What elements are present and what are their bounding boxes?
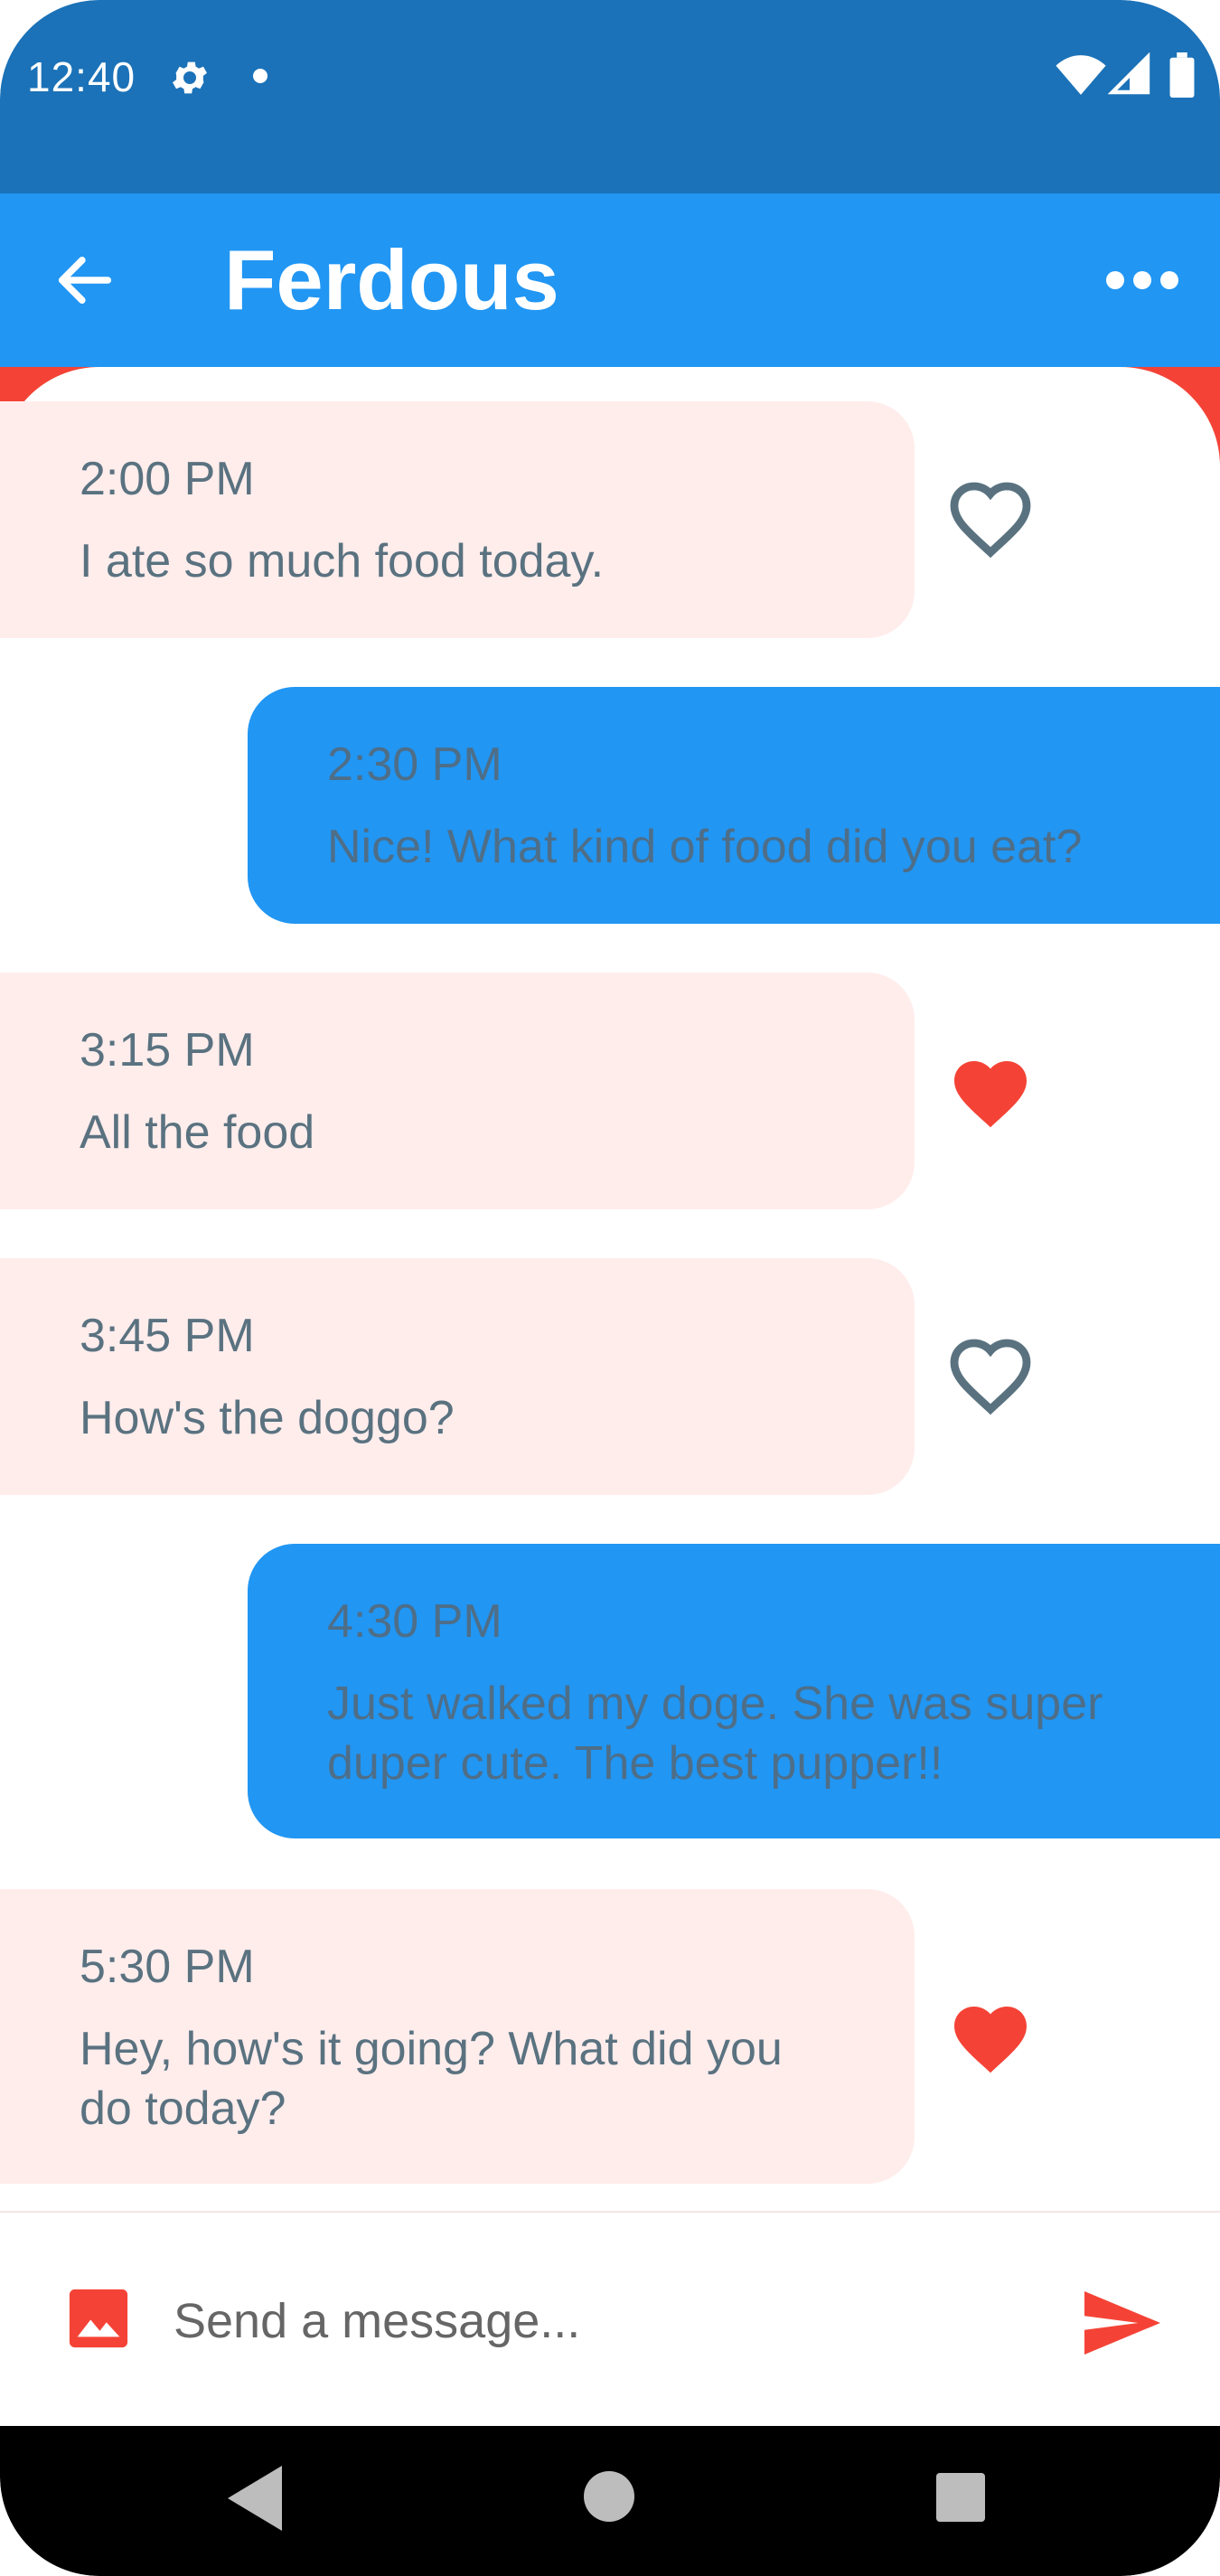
heart-outline-icon[interactable]: [947, 1336, 1034, 1415]
received-message[interactable]: 3:45 PM How's the doggo?: [0, 1258, 915, 1495]
message-time: 4:30 PM: [327, 1595, 502, 1648]
signal-icon: [1108, 52, 1150, 95]
image-icon[interactable]: [67, 2287, 130, 2350]
wifi-icon: [1056, 55, 1106, 95]
sent-message[interactable]: 2:30 PM Nice! What kind of food did you …: [248, 687, 1220, 924]
message-text: Nice! What kind of food did you eat?: [327, 821, 1083, 873]
conversation-title: Ferdous: [224, 232, 559, 327]
nav-recents-icon[interactable]: [936, 2473, 985, 2522]
status-bar: 12:40: [0, 0, 1220, 193]
message-text: How's the doggo?: [80, 1392, 455, 1444]
phone-screen: 12:40 Ferdous 2:00 PM I ate so much food…: [0, 0, 1220, 2576]
nav-back-icon[interactable]: [228, 2466, 282, 2531]
battery-icon: [1169, 52, 1195, 98]
gear-icon: [173, 61, 207, 94]
message-list[interactable]: 2:00 PM I ate so much food today. 2:30 P…: [0, 367, 1220, 2211]
sent-message[interactable]: 4:30 PM Just walked my doge. She was sup…: [248, 1544, 1220, 1838]
message-time: 2:00 PM: [80, 453, 255, 505]
notification-dot-icon: [253, 69, 267, 83]
status-time: 12:40: [27, 53, 136, 100]
nav-home-icon[interactable]: [584, 2471, 634, 2522]
message-time: 3:15 PM: [80, 1024, 255, 1076]
heart-filled-icon[interactable]: [947, 1050, 1034, 1130]
heart-outline-icon[interactable]: [947, 479, 1034, 559]
more-horizontal-icon[interactable]: [1104, 257, 1180, 304]
message-text: All the food: [80, 1106, 315, 1159]
heart-filled-icon[interactable]: [947, 1996, 1034, 2075]
message-text: Hey, how's it going? What did you do tod…: [80, 2023, 783, 2135]
message-composer: [0, 2211, 1220, 2426]
message-time: 5:30 PM: [80, 1941, 255, 1993]
message-text: I ate so much food today.: [80, 535, 605, 588]
received-message[interactable]: 3:15 PM All the food: [0, 973, 915, 1209]
message-time: 3:45 PM: [80, 1310, 255, 1362]
system-navigation-bar: [0, 2426, 1220, 2576]
received-message[interactable]: 2:00 PM I ate so much food today.: [0, 401, 915, 638]
message-text: Just walked my doge. She was super duper…: [327, 1678, 1103, 1790]
back-arrow-icon[interactable]: [51, 246, 119, 315]
message-time: 2:30 PM: [327, 738, 502, 791]
received-message[interactable]: 5:30 PM Hey, how's it going? What did yo…: [0, 1889, 915, 2184]
send-icon[interactable]: [1084, 2290, 1160, 2355]
app-bar: Ferdous: [0, 193, 1220, 367]
message-input[interactable]: [174, 2276, 1041, 2366]
